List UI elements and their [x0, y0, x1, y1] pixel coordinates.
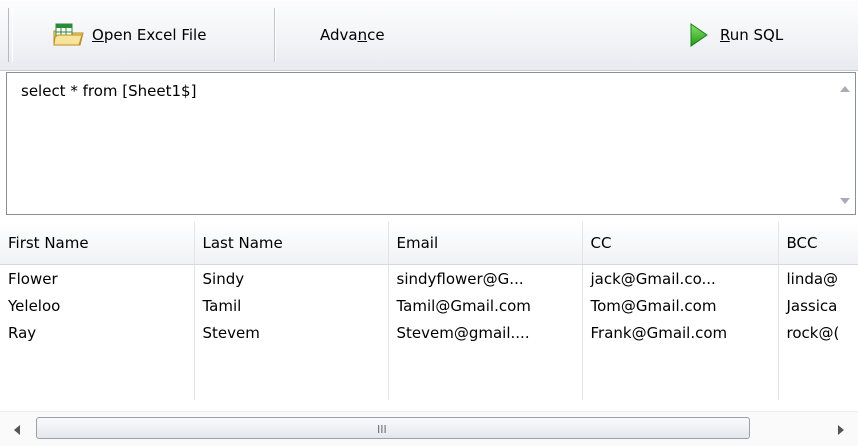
cell-email[interactable]: Stevem@gmail....: [388, 319, 583, 346]
table-row[interactable]: [0, 346, 858, 373]
cell-last-name[interactable]: Stevem: [194, 319, 389, 346]
scroll-left-arrow-icon[interactable]: [14, 425, 20, 435]
cell-bcc[interactable]: rock@(: [778, 319, 858, 346]
column-header-first-name[interactable]: First Name: [0, 222, 195, 265]
table-row[interactable]: Ray Stevem Stevem@gmail.... Frank@Gmail.…: [0, 319, 858, 346]
cell-first-name[interactable]: [0, 346, 195, 373]
cell-first-name[interactable]: Ray: [0, 319, 195, 346]
column-header-bcc[interactable]: BCC: [778, 222, 858, 265]
cell-bcc[interactable]: linda@: [778, 264, 858, 292]
cell-cc[interactable]: jack@Gmail.co...: [582, 264, 779, 292]
cell-email[interactable]: Tamil@Gmail.com: [388, 292, 583, 319]
cell-cc[interactable]: Tom@Gmail.com: [582, 292, 779, 319]
column-header-email[interactable]: Email: [388, 222, 583, 265]
cell-last-name[interactable]: Sindy: [194, 264, 389, 292]
advance-button[interactable]: Advance: [320, 18, 385, 52]
column-header-last-name[interactable]: Last Name: [194, 222, 389, 265]
cell-cc[interactable]: [582, 373, 779, 400]
table-row[interactable]: Flower Sindy sindyflower@G... jack@Gmail…: [0, 264, 858, 292]
open-excel-file-label: Open Excel File: [92, 26, 207, 44]
cell-cc[interactable]: [582, 346, 779, 373]
run-play-icon: [688, 22, 710, 48]
cell-bcc[interactable]: [778, 373, 858, 400]
results-grid[interactable]: First Name Last Name Email CC BCC Flower…: [0, 222, 858, 410]
cell-email[interactable]: [388, 346, 583, 373]
cell-cc[interactable]: Frank@Gmail.com: [582, 319, 779, 346]
run-sql-button[interactable]: Run SQL: [688, 18, 783, 52]
cell-bcc[interactable]: Jassica: [778, 292, 858, 319]
grid-header-row: First Name Last Name Email CC BCC: [0, 222, 858, 265]
table-row[interactable]: Yeleloo Tamil Tamil@Gmail.com Tom@Gmail.…: [0, 292, 858, 319]
cell-last-name[interactable]: [194, 346, 389, 373]
excel-folder-icon: [52, 23, 86, 47]
editor-vertical-scrollbar[interactable]: [837, 73, 855, 214]
open-excel-file-button[interactable]: Open Excel File: [52, 18, 206, 52]
cell-first-name[interactable]: Flower: [0, 264, 195, 292]
scroll-up-arrow-icon[interactable]: [840, 86, 850, 92]
cell-last-name[interactable]: Tamil: [194, 292, 389, 319]
scroll-right-arrow-icon[interactable]: [838, 425, 844, 435]
scroll-down-arrow-icon[interactable]: [840, 198, 850, 204]
advance-label: Advance: [320, 26, 385, 44]
toolbar-separator: [274, 8, 275, 62]
grid-horizontal-scrollbar[interactable]: III: [0, 411, 858, 446]
cell-email[interactable]: [388, 373, 583, 400]
sql-editor[interactable]: select * from [Sheet1$]: [6, 72, 856, 215]
scrollbar-grip: III: [377, 423, 387, 436]
run-sql-label: Run SQL: [720, 26, 784, 44]
cell-first-name[interactable]: Yeleloo: [0, 292, 195, 319]
cell-email[interactable]: sindyflower@G...: [388, 264, 583, 292]
sql-query-text[interactable]: select * from [Sheet1$]: [21, 82, 196, 100]
cell-first-name[interactable]: [0, 373, 195, 400]
toolbar-grip[interactable]: [8, 8, 13, 62]
cell-last-name[interactable]: [194, 373, 389, 400]
toolbar: Open Excel File Advance Run SQL: [0, 0, 858, 71]
cell-bcc[interactable]: [778, 346, 858, 373]
column-header-cc[interactable]: CC: [582, 222, 779, 265]
scrollbar-thumb[interactable]: III: [36, 417, 750, 439]
table-row[interactable]: [0, 373, 858, 400]
